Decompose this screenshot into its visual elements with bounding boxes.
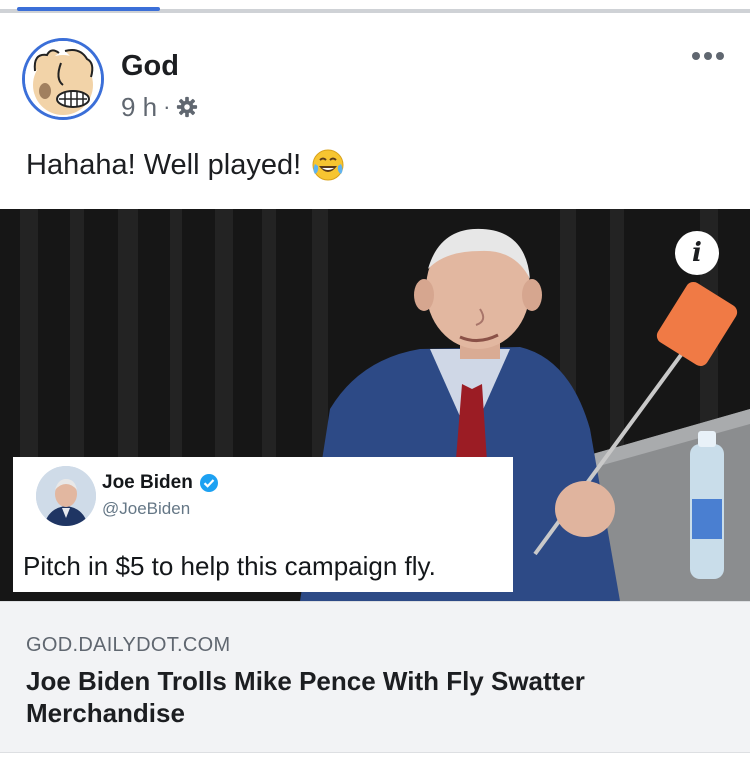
tweet-avatar — [36, 466, 96, 526]
link-domain: GOD.DAILYDOT.COM — [26, 634, 231, 656]
info-icon[interactable]: i — [675, 231, 719, 275]
gear-icon[interactable] — [176, 96, 198, 118]
top-progress-bar — [0, 0, 750, 14]
link-card[interactable]: GOD.DAILYDOT.COM Joe Biden Trolls Mike P… — [0, 601, 750, 753]
author-avatar[interactable] — [22, 38, 104, 120]
profile-photo-icon — [36, 466, 96, 526]
verified-badge-icon — [199, 474, 218, 492]
link-title[interactable]: Joe Biden Trolls Mike Pence With Fly Swa… — [26, 665, 686, 729]
tears-of-joy-emoji-icon — [312, 149, 344, 181]
tweet-handle: @JoeBiden — [102, 499, 191, 518]
dot-icon — [692, 52, 700, 60]
progress-fill — [17, 7, 160, 11]
tweet-card: Joe Biden @JoeBiden Pitch in $5 to help … — [13, 457, 513, 592]
tweet-author-name: Joe Biden — [102, 472, 193, 493]
meta-separator: · — [163, 94, 171, 119]
tweet-text: Pitch in $5 to help this campaign fly. — [23, 551, 436, 581]
more-options-icon[interactable] — [692, 52, 724, 60]
post-meta: 9 h · — [121, 92, 198, 122]
dot-icon — [704, 52, 712, 60]
tweet-name-row: Joe Biden — [102, 472, 219, 494]
dot-icon — [716, 52, 724, 60]
post-text: Hahaha! Well played! — [26, 148, 345, 182]
post-message: Hahaha! Well played! — [26, 148, 302, 181]
post-time[interactable]: 9 h — [121, 92, 157, 123]
cartoon-face-icon — [25, 41, 101, 117]
author-name[interactable]: God — [121, 50, 179, 83]
